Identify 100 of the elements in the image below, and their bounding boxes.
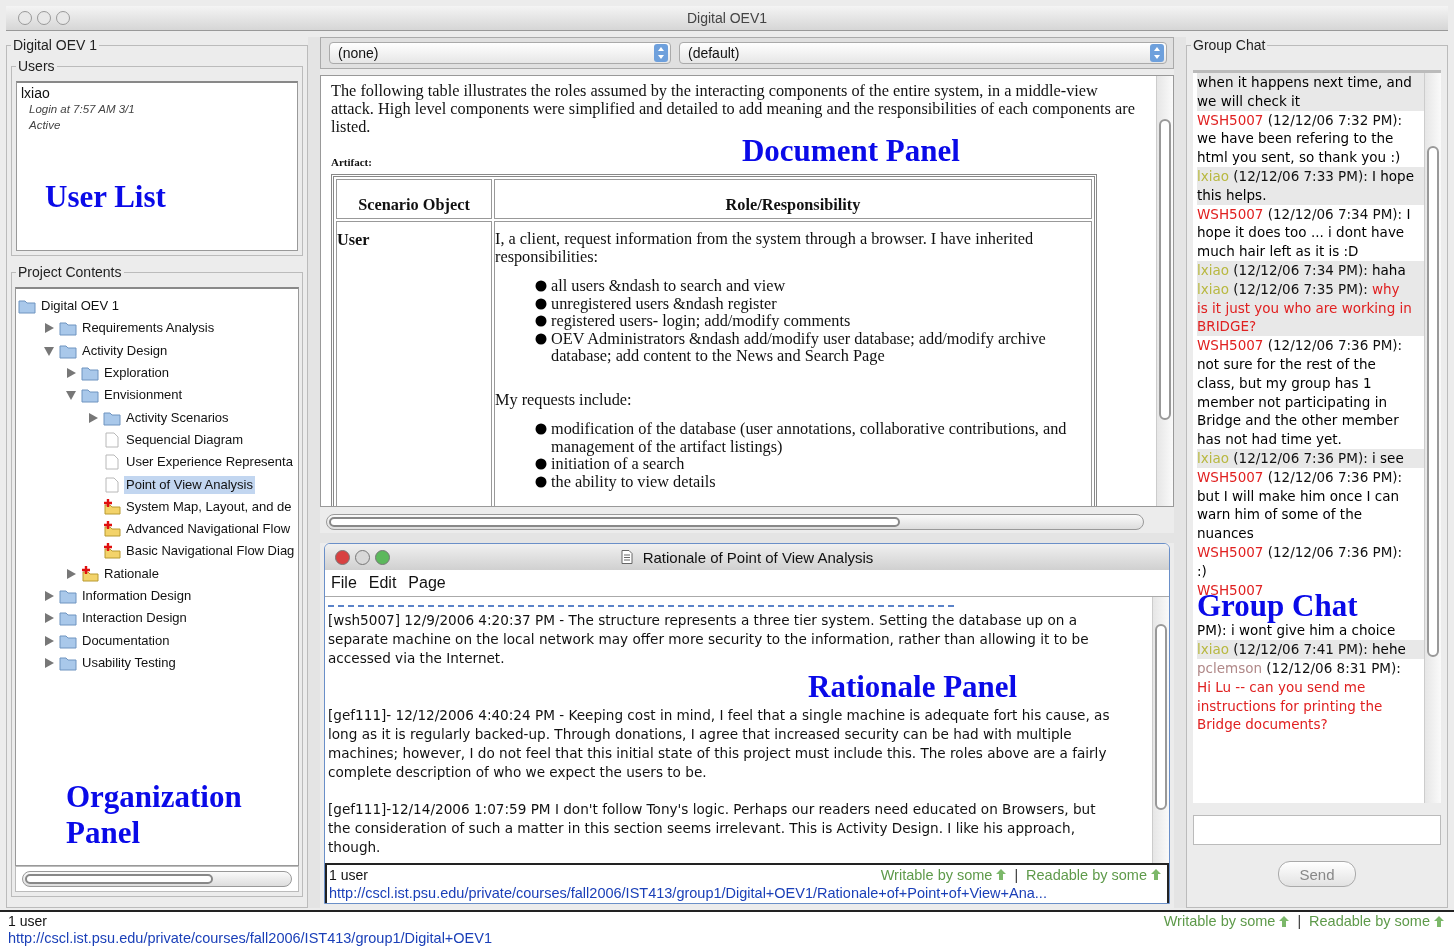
paragraph: My requests include: xyxy=(495,390,633,408)
chat-message: when it happens next time, and we will check it xyxy=(1197,73,1424,111)
tree-item[interactable]: System Map, Layout, and de xyxy=(124,497,294,516)
scrollbar[interactable] xyxy=(1424,73,1441,803)
bullet-icon xyxy=(535,332,547,345)
folder-icon xyxy=(59,320,77,337)
disclosure-triangle-icon[interactable] xyxy=(66,390,76,401)
up-arrow-icon xyxy=(996,869,1007,880)
disclosure-triangle-icon[interactable] xyxy=(44,345,54,356)
column-header: Scenario Object xyxy=(336,179,492,219)
tree-item[interactable]: Activity Design xyxy=(80,341,170,360)
chat-message: WSH5007 (12/12/06 7:36 PM): :) xyxy=(1197,542,1404,581)
tree-item[interactable]: User Experience Representa xyxy=(124,453,295,472)
folder-icon xyxy=(59,654,77,671)
tree-item[interactable]: Digital OEV 1 xyxy=(39,297,122,316)
disclosure-triangle-icon[interactable] xyxy=(66,568,76,579)
chat-message: lxiao (12/12/06 7:33 PM): I hope this helps. xyxy=(1197,167,1424,205)
tree-item[interactable]: Basic Navigational Flow Diag xyxy=(124,542,297,561)
disclosure-triangle-icon[interactable] xyxy=(88,412,98,423)
page-icon xyxy=(103,454,121,471)
status-text: Readable by some xyxy=(1026,866,1147,883)
tree-item[interactable]: Point of View Analysis xyxy=(124,475,255,494)
chat-message: WSH5007 (12/12/06 7:36 PM): but I will make him once I can warn him of some of the nuances xyxy=(1197,467,1404,543)
folder-icon xyxy=(81,565,99,582)
dropdown[interactable]: (default) xyxy=(679,42,1167,64)
folder-icon xyxy=(81,365,99,382)
bullet-icon xyxy=(535,297,547,310)
tree-item[interactable]: Requirements Analysis xyxy=(80,319,217,338)
list-item: the ability to view details xyxy=(551,472,716,490)
tree-item[interactable]: Rationale xyxy=(102,564,161,583)
user-item[interactable]: lxiao Login at 7:57 AM 3/1 Active xyxy=(21,85,293,133)
tree-item[interactable]: Exploration xyxy=(102,364,172,383)
folder-icon xyxy=(103,521,121,538)
window-button[interactable] xyxy=(37,11,51,25)
window-button[interactable] xyxy=(335,549,350,565)
tree-item[interactable]: Sequencial Diagram xyxy=(124,430,246,449)
tree-item[interactable]: Usability Testing xyxy=(80,653,178,672)
window-title: Digital OEV1 xyxy=(686,10,768,26)
tree-item[interactable]: Advanced Navigational Flow xyxy=(124,520,293,539)
label: Artifact: xyxy=(331,156,372,168)
bullet-icon xyxy=(535,423,547,435)
bullet-icon xyxy=(535,475,547,488)
disclosure-triangle-icon[interactable] xyxy=(44,635,54,646)
menu-item[interactable]: File xyxy=(331,574,357,592)
scrollbar[interactable] xyxy=(326,514,1144,530)
disclosure-triangle-icon[interactable] xyxy=(66,368,76,379)
group-title: Users xyxy=(16,58,57,74)
list-item: initiation of a search xyxy=(551,455,685,473)
menu-item[interactable]: Page xyxy=(408,574,446,592)
comment-text: [gef111]-12/14/2006 1:07:59 PM I don't follow Tony's logic. Perhaps our readers need educated on Browsers, but the consideration of such a matter in this section seems irrelevant. This is Activity Design. I like his approach, though. xyxy=(328,800,1097,857)
up-arrow-icon xyxy=(1151,869,1161,880)
bullet-icon xyxy=(535,280,547,292)
scrollbar[interactable] xyxy=(1156,76,1173,506)
url-link[interactable]: http://cscl.ist.psu.edu/private/courses/fall2006/IST413/group1/Digital+OEV1/Rationale+of+Point+of+View+Ana... xyxy=(329,884,1047,903)
list-item: all users &ndash to search and view xyxy=(551,277,786,295)
disclosure-triangle-icon[interactable] xyxy=(44,657,54,668)
comment-text: [wsh5007] 12/9/2006 4:20:37 PM - The structure represents a three tier system. Setting the database up on a separate machine on the local network may offer more security to the information, rather than allowing it to be accessed via the Internet. xyxy=(328,611,1090,668)
chat-message: lxiao (12/12/06 7:41 PM): hehe xyxy=(1197,640,1424,659)
window-button[interactable] xyxy=(355,549,370,565)
folder-icon xyxy=(103,498,121,515)
scrollbar[interactable] xyxy=(1152,597,1169,863)
disclosure-triangle-icon[interactable] xyxy=(44,323,54,334)
tree-item[interactable]: Activity Scenarios xyxy=(124,408,231,427)
annotation-label: Document Panel xyxy=(741,134,960,168)
chat-message: WSH5007 (12/12/06 7:36 PM): not sure for the rest of the class, but my group has 1 member not participating in Bridge and the other member has not had time yet. xyxy=(1197,336,1404,449)
message-field[interactable] xyxy=(1193,815,1441,845)
window-button[interactable] xyxy=(56,11,70,25)
tree-item[interactable]: Interaction Design xyxy=(80,609,189,628)
disclosure-triangle-icon[interactable] xyxy=(44,591,54,601)
status-text: 1 user xyxy=(8,913,47,929)
bullet-icon xyxy=(535,315,547,327)
folder-icon xyxy=(59,632,77,649)
page-icon xyxy=(103,431,121,448)
window-title: Rationale of Point of View Analysis xyxy=(642,548,874,566)
stepper-icon xyxy=(1150,44,1164,62)
folder-icon xyxy=(81,387,99,404)
paragraph: The following table illustrates the roles assumed by the interacting components of the entire system, in a middle-view attack. High level components were simplified and detailed to add meaning and the responsibilities of each components are listed. xyxy=(331,82,1136,136)
document-icon xyxy=(620,550,633,564)
up-arrow-icon xyxy=(1434,915,1444,927)
list-item: OEV Administrators &ndash add/modify user database; add/modify archive database; add content to the News and Search Page xyxy=(551,329,1047,365)
window-button[interactable] xyxy=(18,11,32,25)
menu-item[interactable]: Edit xyxy=(368,574,397,592)
scrollbar[interactable] xyxy=(22,871,292,887)
dropdown[interactable]: (none) xyxy=(329,42,671,64)
url-link[interactable]: http://cscl.ist.psu.edu/private/courses/fall2006/IST413/group1/Digital+OEV1 xyxy=(8,930,492,946)
comment-text: [gef111]- 12/12/2006 4:40:24 PM - Keeping cost in mind, I feel that a single machine is adequate fort his cause, as long as it is regularly backed-up. Through donations, I agree that increased security can be had with multiple machines; however, I do not feel that this initial state of this project must include this. The roles above are a fairly complete description of who we expect the users to be. xyxy=(328,706,1111,782)
group-title: Group Chat xyxy=(1191,37,1268,53)
annotation-label: User List xyxy=(45,179,166,215)
list-item: unregistered users &ndash register xyxy=(551,294,777,312)
folder-icon xyxy=(59,342,77,359)
disclosure-triangle-icon[interactable] xyxy=(44,613,54,624)
list-item: modification of the database (user annotations, collaborative contributions, and management of the artifact listings) xyxy=(551,420,1068,455)
tree-item[interactable]: Envisionment xyxy=(102,386,185,405)
column-header: Role/Responsibility xyxy=(494,179,1092,219)
paragraph: I, a client, request information from the system through a browser. I have inherited responsibilities: xyxy=(495,230,1035,265)
chat-message: lxiao (12/12/06 7:34 PM): haha xyxy=(1197,260,1424,280)
separator: | xyxy=(1014,866,1019,883)
tree-item[interactable]: Information Design xyxy=(80,587,194,605)
tree-item[interactable]: Documentation xyxy=(80,631,172,650)
window-button[interactable] xyxy=(375,549,390,565)
